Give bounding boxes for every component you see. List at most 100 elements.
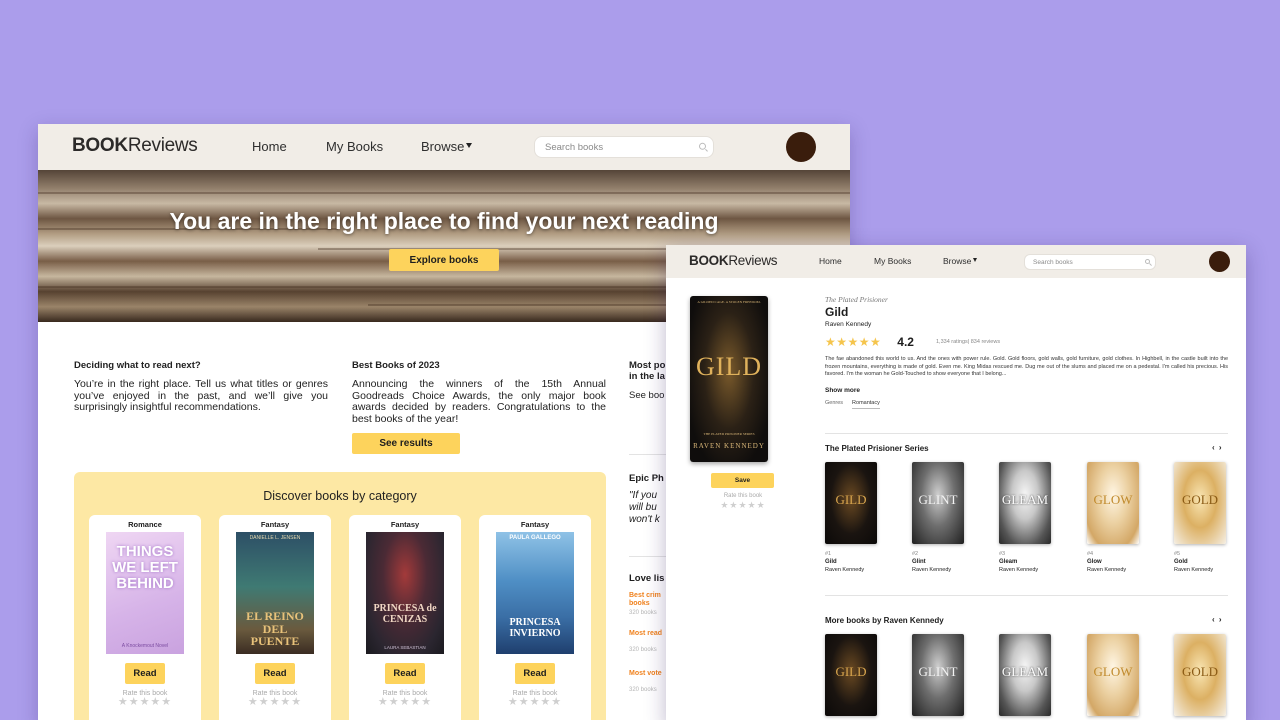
read-button[interactable]: Read [125, 663, 165, 684]
rating-stars[interactable]: ★★★★★ [349, 697, 461, 708]
cover-author: RAVEN KENNEDY [693, 442, 765, 450]
love-list-link[interactable]: Best crim [629, 592, 661, 599]
divider [629, 556, 669, 557]
series-name[interactable]: The Plated Prisioner [825, 295, 1228, 304]
book-card[interactable]: Romance THINGS WE LEFT BEHIND A Knockemo… [89, 515, 201, 720]
more-book-item[interactable]: GLINT [912, 634, 964, 716]
logo[interactable]: BOOKReviews [689, 253, 778, 268]
read-button[interactable]: Read [515, 663, 555, 684]
book-title[interactable]: Glow [1087, 559, 1139, 565]
genre-label: Romance [128, 520, 162, 529]
book-author[interactable]: Raven Kennedy [912, 567, 964, 573]
love-list-link[interactable]: Most vote [629, 670, 662, 677]
book-cover[interactable]: GLEAM [999, 634, 1051, 716]
section-text: You’re in the right place. Tell us what … [74, 378, 328, 413]
series-book-item[interactable]: GLEAM #3 Gleam Raven Kennedy [999, 462, 1051, 573]
cover-text: EL REINO DEL PUENTE [246, 609, 304, 649]
avatar[interactable] [1209, 251, 1230, 272]
genre-tag[interactable]: Romantacy [852, 400, 880, 409]
avatar[interactable] [786, 132, 816, 162]
book-author[interactable]: Raven Kennedy [999, 567, 1051, 573]
cover-text: THINGS WE LEFT BEHIND [112, 543, 178, 592]
book-title[interactable]: Gleam [999, 559, 1051, 565]
book-cover[interactable]: PAULA GALLEGO PRINCESA INVIERNO [496, 532, 574, 654]
carousel-arrows[interactable]: ‹ › [1212, 615, 1223, 624]
read-button[interactable]: Read [255, 663, 295, 684]
see-results-button[interactable]: See results [352, 433, 460, 454]
nav-browse-menu[interactable]: Browse [421, 139, 473, 154]
rating-counts: 1,334 ratings| 834 reviews [935, 339, 1001, 345]
book-cover[interactable]: GLINT [912, 462, 964, 544]
love-list-link[interactable]: Most read [629, 630, 662, 637]
series-number: #3 [999, 551, 1006, 557]
cover-title: GLOW [1093, 492, 1133, 507]
book-author[interactable]: Raven Kennedy [1087, 567, 1139, 573]
series-number: #4 [1087, 551, 1094, 557]
show-more-link[interactable]: Show more [825, 387, 860, 394]
nav-browse-menu[interactable]: Browse [943, 256, 978, 266]
more-book-item[interactable]: GOLD [1174, 634, 1226, 716]
top-nav: BOOKReviews Home My Books Browse Search … [666, 245, 1246, 278]
more-books-shelf-title: More books by Raven Kennedy [825, 616, 944, 625]
book-cover[interactable]: GLOW [1087, 634, 1139, 716]
book-count: 320 books [629, 687, 657, 693]
book-title[interactable]: Gild [825, 559, 877, 565]
cover-title: GLEAM [1001, 492, 1049, 507]
nav-home-link[interactable]: Home [252, 139, 287, 154]
read-button[interactable]: Read [385, 663, 425, 684]
cover-title: GILD [695, 352, 763, 381]
explore-books-button[interactable]: Explore books [389, 249, 499, 271]
book-cover[interactable]: GILD [825, 634, 877, 716]
book-cover[interactable]: A GILDED CAGE. A STOLEN FREEDOM. GILD TH… [690, 296, 768, 462]
book-author[interactable]: Raven Kennedy [825, 567, 877, 573]
rating-stars[interactable]: ★★★★★ [89, 697, 201, 708]
book-cover[interactable]: GLEAM [999, 462, 1051, 544]
series-book-item[interactable]: GOLD #5 Gold Raven Kennedy [1174, 462, 1226, 573]
book-card[interactable]: Fantasy DANIELLE L. JENSEN EL REINO DEL … [219, 515, 331, 720]
series-book-item[interactable]: GLINT #2 Glint Raven Kennedy [912, 462, 964, 573]
cover-title: GOLD [1181, 492, 1219, 507]
search-input[interactable]: Search books [534, 136, 714, 158]
more-book-item[interactable]: GLOW [1087, 634, 1139, 716]
rating-stars[interactable]: ★★★★★ [219, 697, 331, 708]
book-cover[interactable]: GILD [825, 462, 877, 544]
logo[interactable]: BOOKReviews [72, 135, 198, 157]
nav-home-link[interactable]: Home [819, 256, 842, 266]
book-cover[interactable]: GOLD [1174, 634, 1226, 716]
genre-label: Fantasy [520, 520, 550, 529]
rating-stars[interactable]: ★★★★★ [704, 500, 782, 511]
book-card[interactable]: Fantasy PAULA GALLEGO PRINCESA INVIERNO … [479, 515, 591, 720]
nav-my-books-link[interactable]: My Books [874, 256, 911, 266]
epic-quote-line: will bu [629, 502, 657, 513]
book-cover[interactable]: DANIELLE L. JENSEN EL REINO DEL PUENTE [236, 532, 314, 654]
chevron-down-icon [466, 143, 473, 149]
book-cover[interactable]: GOLD [1174, 462, 1226, 544]
top-nav: BOOKReviews Home My Books Browse Search … [38, 124, 850, 170]
book-cover[interactable]: GLOW [1087, 462, 1139, 544]
carousel-arrows[interactable]: ‹ › [1212, 443, 1223, 452]
series-book-item[interactable]: GLOW #4 Glow Raven Kennedy [1087, 462, 1139, 573]
book-cover[interactable]: THINGS WE LEFT BEHIND A Knockemout Novel [106, 532, 184, 654]
book-author[interactable]: Raven Kennedy [825, 321, 1228, 328]
book-count: 320 books [629, 647, 657, 653]
series-book-item[interactable]: GILD #1 Gild Raven Kennedy [825, 462, 877, 573]
save-button[interactable]: Save [711, 473, 774, 488]
nav-my-books-link[interactable]: My Books [326, 139, 383, 154]
divider [825, 595, 1228, 596]
book-cover[interactable]: PRINCESA de CENIZAS LAURA SEBASTIAN [366, 532, 444, 654]
rating-stars[interactable]: ★★★★★ [479, 697, 591, 708]
love-list-link[interactable]: books [629, 600, 650, 607]
book-author[interactable]: Raven Kennedy [1174, 567, 1226, 573]
best-books-column: Best Books of 2023 Announcing the winner… [352, 360, 606, 454]
series-shelf-title: The Plated Prisioner Series [825, 444, 929, 453]
more-book-item[interactable]: GILD [825, 634, 877, 716]
book-cover[interactable]: GLINT [912, 634, 964, 716]
book-title[interactable]: Gold [1174, 559, 1226, 565]
cover-tagline: A GILDED CAGE. A STOLEN FREEDOM. [697, 300, 761, 304]
book-title[interactable]: Glint [912, 559, 964, 565]
search-input[interactable]: Search books [1024, 254, 1156, 270]
more-book-item[interactable]: GLEAM [999, 634, 1051, 716]
section-heading: Best Books of 2023 [352, 360, 440, 371]
book-card[interactable]: Fantasy PRINCESA de CENIZAS LAURA SEBAST… [349, 515, 461, 720]
rating-stars-display: ★★★★★ [825, 335, 882, 349]
